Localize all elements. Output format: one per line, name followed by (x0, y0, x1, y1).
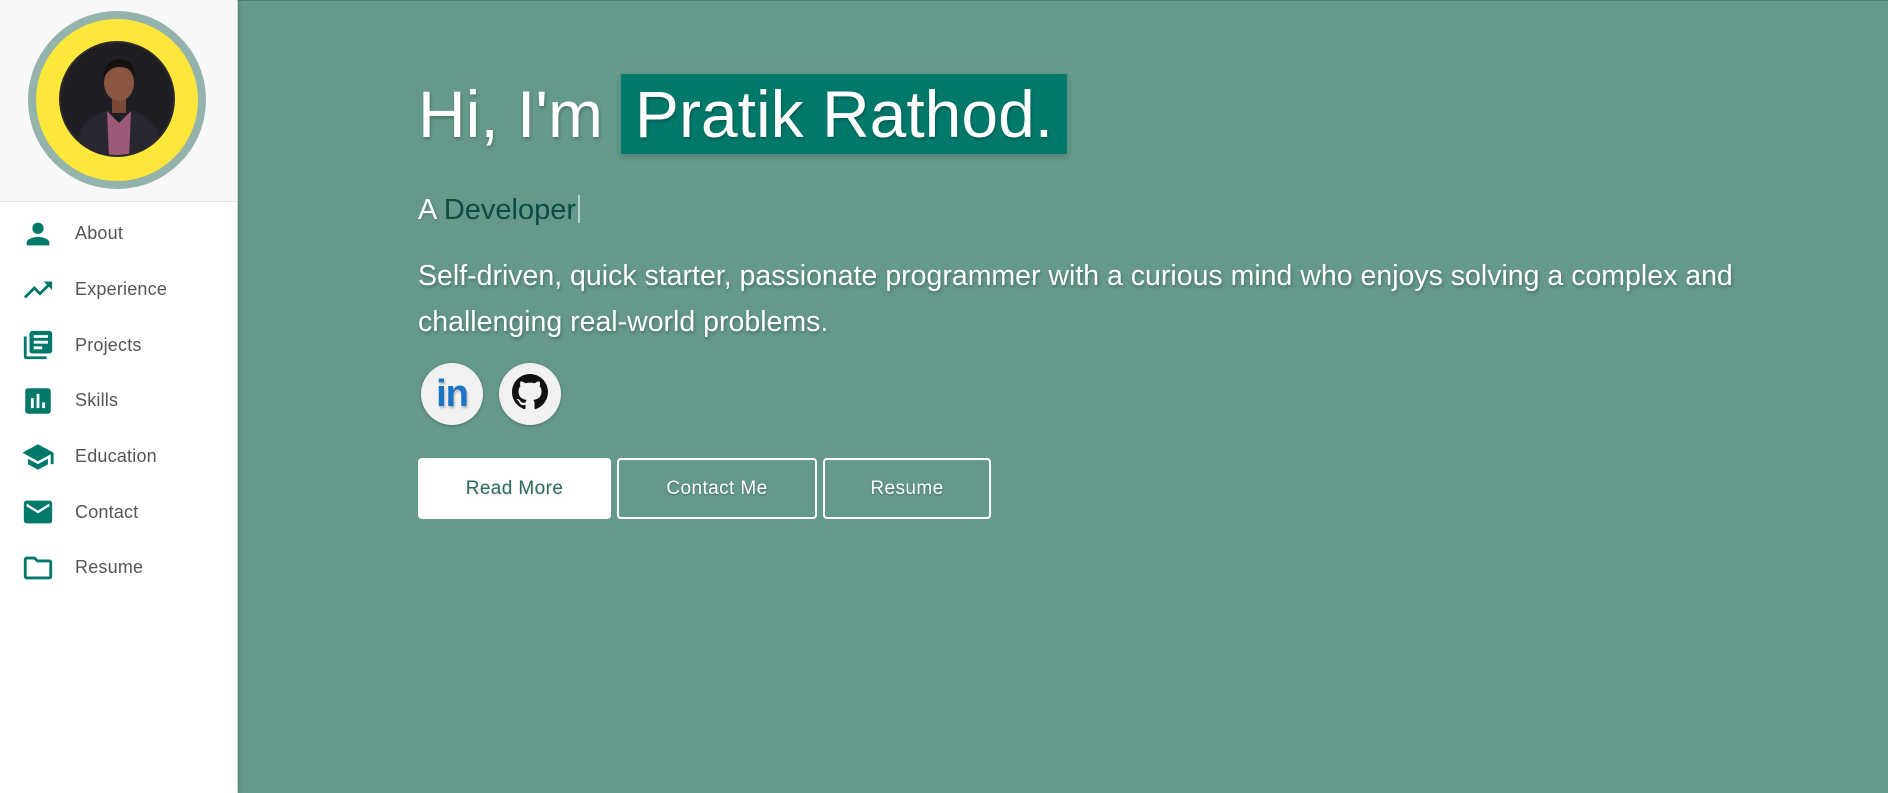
typed-role: Developer (443, 194, 576, 226)
avatar[interactable] (28, 11, 206, 189)
sidebar-item-about[interactable]: About (0, 206, 236, 262)
sidebar-item-experience[interactable]: Experience (0, 262, 236, 318)
sidebar-item-projects[interactable]: Projects (0, 317, 236, 373)
library-books-icon (20, 327, 56, 363)
role-subtitle: A Developer (418, 194, 580, 227)
sidebar-item-skills[interactable]: Skills (0, 373, 236, 429)
bar-chart-icon (20, 383, 56, 419)
sidebar: About Experience Projects Skills Educati… (0, 0, 238, 793)
folder-icon (20, 550, 56, 586)
intro-description: Self-driven, quick starter, passionate p… (418, 260, 1733, 338)
github-icon (512, 373, 548, 415)
name-highlight: Pratik Rathod. (620, 74, 1068, 154)
sidebar-item-contact[interactable]: Contact (0, 484, 236, 540)
sidebar-item-label: Experience (75, 279, 168, 300)
github-button[interactable] (499, 363, 561, 425)
resume-button[interactable]: Resume (823, 458, 991, 519)
trending-up-icon (20, 272, 56, 308)
sidebar-item-label: Skills (75, 390, 119, 411)
graduation-cap-icon (20, 439, 56, 475)
sidebar-item-label: Education (75, 446, 157, 467)
mail-icon (20, 494, 56, 530)
page-title: Hi, I'm Pratik Rathod. (418, 73, 1068, 155)
linkedin-button[interactable]: in (421, 363, 483, 425)
read-more-button[interactable]: Read More (418, 458, 611, 519)
hero-section: Hi, I'm Pratik Rathod. A Developer Self-d… (238, 0, 1888, 793)
hero-actions: Read More Contact Me Resume (418, 458, 991, 519)
linkedin-icon: in (436, 372, 469, 415)
greeting-text: Hi, I'm (418, 77, 603, 151)
sidebar-item-label: Contact (75, 501, 139, 522)
typing-caret (578, 195, 580, 223)
sidebar-item-label: Projects (75, 334, 142, 355)
sidebar-item-education[interactable]: Education (0, 429, 236, 485)
sidebar-item-resume[interactable]: Resume (0, 540, 236, 596)
sidebar-header (0, 0, 237, 202)
person-icon (20, 216, 56, 252)
social-links: in (421, 363, 561, 425)
contact-me-button[interactable]: Contact Me (617, 458, 817, 519)
profile-photo (59, 41, 175, 157)
subtitle-prefix: A (418, 194, 436, 226)
sidebar-item-label: Resume (75, 557, 144, 578)
sidebar-nav: About Experience Projects Skills Educati… (0, 206, 236, 596)
sidebar-item-label: About (75, 223, 124, 244)
